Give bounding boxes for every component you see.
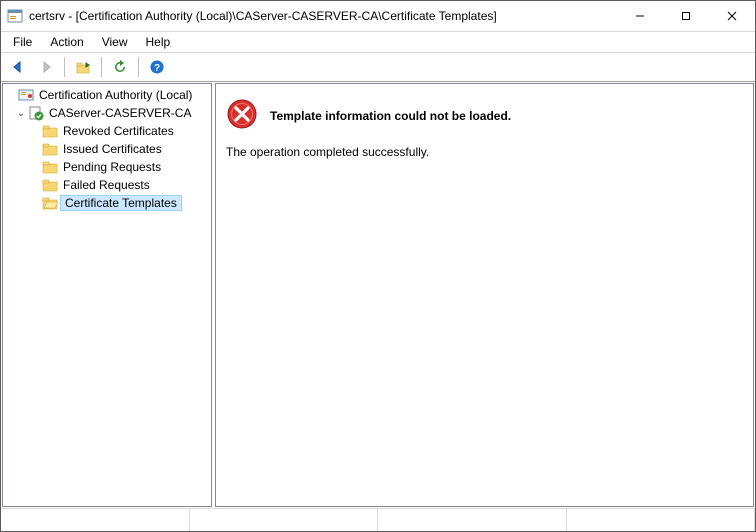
folder-icon [42,141,58,157]
tree-pane[interactable]: Certification Authority (Local) ⌄ CAServ… [2,83,212,507]
window-title: certsrv - [Certification Authority (Loca… [29,9,617,23]
tree-label: CAServer-CASERVER-CA [47,106,193,120]
tree-pending[interactable]: Pending Requests [5,158,209,176]
tree-label: Certification Authority (Local) [37,88,194,102]
app-window: certsrv - [Certification Authority (Loca… [0,0,756,532]
folder-icon [42,177,58,193]
tree-root[interactable]: Certification Authority (Local) [5,86,209,104]
status-cell [567,509,756,531]
maximize-button[interactable] [663,1,709,31]
cert-authority-icon [18,87,34,103]
refresh-button[interactable] [107,55,133,79]
body: Certification Authority (Local) ⌄ CAServ… [1,82,755,508]
tree-ca[interactable]: ⌄ CAServer-CASERVER-CA [5,104,209,122]
toolbar: ? [1,52,755,82]
tree-revoked[interactable]: Revoked Certificates [5,122,209,140]
collapse-icon[interactable]: ⌄ [15,108,27,119]
toolbar-separator [64,57,65,77]
tree-templates[interactable]: Certificate Templates [5,194,209,212]
forward-button[interactable] [33,55,59,79]
toolbar-separator [101,57,102,77]
folder-open-icon [42,195,58,211]
minimize-button[interactable] [617,1,663,31]
up-button[interactable] [70,55,96,79]
window-controls [617,1,755,31]
error-icon [226,98,258,133]
content-pane: Template information could not be loaded… [215,83,754,507]
tree-label: Pending Requests [61,160,163,174]
error-row: Template information could not be loaded… [226,98,743,133]
folder-icon [42,123,58,139]
tree-label: Certificate Templates [60,195,182,211]
menu-help[interactable]: Help [138,33,179,51]
menu-view[interactable]: View [94,33,136,51]
close-button[interactable] [709,1,755,31]
menu-file[interactable]: File [5,33,40,51]
app-icon [7,8,23,24]
menubar: File Action View Help [1,32,755,52]
tree-label: Revoked Certificates [61,124,176,138]
statusbar [1,508,755,531]
toolbar-separator [138,57,139,77]
titlebar: certsrv - [Certification Authority (Loca… [1,1,755,32]
status-cell [1,509,190,531]
help-button[interactable]: ? [144,55,170,79]
tree-label: Failed Requests [61,178,152,192]
svg-text:?: ? [154,63,160,74]
folder-icon [42,159,58,175]
status-cell [190,509,379,531]
ca-ok-icon [28,105,44,121]
tree-label: Issued Certificates [61,142,164,156]
back-button[interactable] [5,55,31,79]
tree-failed[interactable]: Failed Requests [5,176,209,194]
menu-action[interactable]: Action [42,33,91,51]
status-cell [378,509,567,531]
status-message: The operation completed successfully. [226,145,743,159]
tree-issued[interactable]: Issued Certificates [5,140,209,158]
error-heading: Template information could not be loaded… [270,109,511,123]
tree: Certification Authority (Local) ⌄ CAServ… [3,84,211,214]
